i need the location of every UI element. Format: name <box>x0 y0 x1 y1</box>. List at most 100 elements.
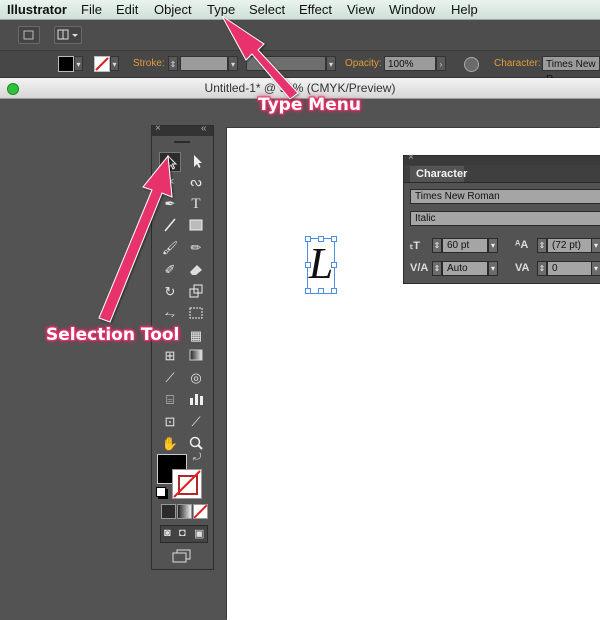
resize-handle[interactable] <box>331 262 337 268</box>
tracking-stepper[interactable]: ⇕ <box>537 261 547 276</box>
font-size-dropdown[interactable]: ▾ <box>488 238 498 253</box>
draw-normal-icon[interactable]: ◙ <box>164 527 171 539</box>
menu-object[interactable]: Object <box>154 2 192 17</box>
type-tool[interactable]: T <box>185 194 207 214</box>
menu-window[interactable]: Window <box>389 2 435 17</box>
tab-character[interactable]: Character <box>410 166 467 182</box>
perspective-grid-tool[interactable]: ▦ <box>185 326 207 346</box>
lasso-tool[interactable]: ᔓ <box>185 172 207 192</box>
zoom-tool[interactable] <box>185 434 207 454</box>
font-size-field[interactable]: 60 pt <box>442 238 488 253</box>
stroke-weight-dropdown[interactable]: ▾ <box>228 56 238 71</box>
symbol-sprayer-tool[interactable]: ⌸ <box>159 390 181 410</box>
artboard-tool[interactable]: ⊡ <box>159 412 181 432</box>
screen-mode-button[interactable] <box>172 549 192 563</box>
arrange-documents-button[interactable] <box>54 26 82 44</box>
stroke-color-swatch[interactable] <box>94 56 110 72</box>
magic-wand-tool[interactable]: ✶ <box>159 172 181 192</box>
menu-view[interactable]: View <box>347 2 375 17</box>
width-tool[interactable]: ⥊ <box>159 304 181 324</box>
paintbrush-tool[interactable]: 🖌 <box>159 238 181 258</box>
tracking-field[interactable]: 0 <box>547 261 593 276</box>
menu-type[interactable]: Type <box>207 2 235 17</box>
text-object-bounding-box[interactable] <box>305 236 337 294</box>
resize-handle[interactable] <box>318 288 324 294</box>
direct-selection-tool[interactable] <box>185 152 207 172</box>
draw-inside-icon[interactable]: ▣ <box>194 527 204 540</box>
menu-file[interactable]: File <box>81 2 102 17</box>
kerning-field[interactable]: Auto <box>442 261 488 276</box>
fill-color-swatch[interactable] <box>58 56 74 72</box>
selection-tool[interactable] <box>159 152 181 172</box>
font-size-stepper[interactable]: ⇕ <box>432 238 442 253</box>
character-panel-header[interactable]: × <box>404 152 600 165</box>
selection-arrow-icon <box>167 154 178 170</box>
none-mode-button[interactable] <box>193 504 208 519</box>
resize-handle[interactable] <box>318 236 324 242</box>
stroke-dropdown-arrow[interactable]: ▾ <box>110 56 119 71</box>
menu-help[interactable]: Help <box>451 2 478 17</box>
drag-grip[interactable] <box>174 141 190 143</box>
resize-handle[interactable] <box>305 236 311 242</box>
leading-field[interactable]: (72 pt) <box>547 238 593 253</box>
eyedropper-tool[interactable]: ⟋ <box>159 368 181 388</box>
stroke-weight-field[interactable] <box>180 56 228 71</box>
kerning-stepper[interactable]: ⇕ <box>432 261 442 276</box>
stroke-swatch[interactable] <box>172 469 202 499</box>
default-fill-stroke-icon[interactable] <box>156 487 166 497</box>
close-icon[interactable]: × <box>155 123 161 134</box>
app-menu[interactable]: Illustrator <box>7 2 67 17</box>
resize-handle[interactable] <box>331 288 337 294</box>
hand-icon: ✋ <box>161 436 179 451</box>
font-style-dropdown[interactable]: Italic <box>410 211 600 226</box>
opacity-dropdown[interactable]: › <box>436 56 446 71</box>
menu-edit[interactable]: Edit <box>116 2 138 17</box>
tracking-dropdown[interactable]: ▾ <box>591 261 600 276</box>
resize-handle[interactable] <box>331 236 337 242</box>
font-family-dropdown[interactable]: Times New Roman <box>410 189 600 204</box>
column-graph-tool[interactable] <box>185 390 207 410</box>
collapse-icon[interactable]: « <box>201 123 207 134</box>
eraser-tool[interactable] <box>185 260 207 280</box>
gradient-icon <box>189 349 203 361</box>
pencil-tool[interactable]: ✏ <box>185 238 207 258</box>
menu-effect[interactable]: Effect <box>299 2 332 17</box>
mesh-tool[interactable]: ⊞ <box>159 346 181 366</box>
slice-tool[interactable]: ⟋ <box>185 412 207 432</box>
color-mode-button[interactable] <box>161 504 176 519</box>
kerning-dropdown[interactable]: ▾ <box>488 261 498 276</box>
leading-dropdown[interactable]: ▾ <box>591 238 600 253</box>
stroke-weight-stepper[interactable]: ⇕ <box>168 56 178 71</box>
resize-handle[interactable] <box>305 288 311 294</box>
draw-behind-icon[interactable]: ◘ <box>179 527 186 539</box>
gradient-mode-button[interactable] <box>177 504 192 519</box>
line-segment-tool[interactable] <box>159 216 181 236</box>
tools-panel-header[interactable]: × « <box>152 123 213 136</box>
blend-tool[interactable]: ◎ <box>185 368 207 388</box>
screen-mode-icon <box>172 549 191 563</box>
swap-fill-stroke-icon[interactable]: ⤾ <box>193 452 201 463</box>
eraser-icon <box>190 265 202 275</box>
recolor-artwork-icon[interactable] <box>464 57 479 72</box>
menu-select[interactable]: Select <box>249 2 285 17</box>
hand-tool[interactable]: ✋ <box>159 434 181 454</box>
free-transform-tool[interactable] <box>185 304 207 324</box>
symbol-sprayer-icon: ⌸ <box>166 392 174 407</box>
rotate-tool[interactable]: ↻ <box>159 282 181 302</box>
gradient-tool[interactable] <box>185 346 207 366</box>
pen-tool[interactable]: ✒ <box>159 194 181 214</box>
blob-brush-tool[interactable]: ✐ <box>159 260 181 280</box>
opacity-field[interactable]: 100% <box>384 56 436 71</box>
scale-tool[interactable] <box>185 282 207 302</box>
resize-handle[interactable] <box>305 262 311 268</box>
rectangle-tool[interactable] <box>185 216 207 236</box>
variable-width-dropdown[interactable]: ▾ <box>326 56 336 71</box>
bridge-button[interactable] <box>18 26 40 44</box>
fill-dropdown-arrow[interactable]: ▾ <box>74 56 83 71</box>
stroke-label: Stroke: <box>133 58 165 69</box>
font-field[interactable]: Times New R <box>542 56 600 85</box>
opacity-label: Opacity: <box>345 58 382 69</box>
leading-stepper[interactable]: ⇕ <box>537 238 547 253</box>
close-icon[interactable]: × <box>408 152 414 163</box>
variable-width-profile[interactable] <box>246 56 326 71</box>
